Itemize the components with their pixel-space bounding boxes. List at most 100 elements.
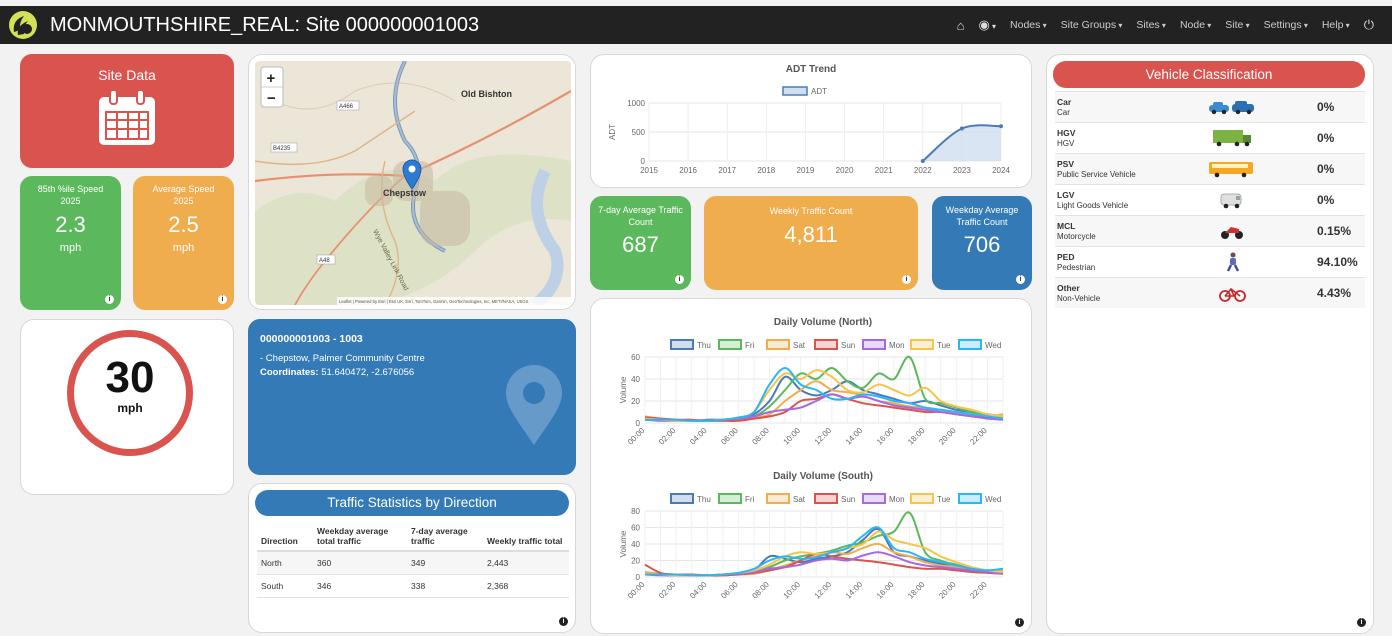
x-tick-label: 06:00: [719, 426, 740, 447]
table-row: North 360 349 2,443: [257, 551, 569, 575]
speed-limit-unit: mph: [117, 401, 143, 415]
adt-trend-panel: ADT Trend ADT ADT 0 500 1000 2015 2016 2017 2018 2…: [590, 54, 1032, 188]
x-tick-label: 20:00: [937, 580, 958, 601]
bicycle-icon: [1219, 287, 1246, 302]
map-panel: Old Bishton Chepstow A466 B4235 A48 Wye …: [248, 54, 576, 310]
stats-header-weekday: Weekday average total traffic: [313, 522, 407, 552]
x-tick-label: 2020: [836, 166, 854, 175]
legend-swatch[interactable]: [766, 493, 790, 504]
nav-help[interactable]: Help: [1322, 19, 1350, 31]
info-icon[interactable]: i: [675, 275, 684, 284]
x-tick-label: 08:00: [750, 426, 771, 447]
site-data-tile[interactable]: Site Data: [20, 54, 234, 168]
vehicle-classification-panel: Vehicle Classification Car Car 0% HGV HGV 0% P…: [1046, 54, 1374, 634]
x-tick-label: 2021: [875, 166, 893, 175]
vehicle-name: Light Goods Vehicle: [1057, 201, 1129, 210]
legend-swatch[interactable]: [670, 339, 694, 350]
legend-swatch[interactable]: [958, 493, 982, 504]
legend-label: Thu: [697, 341, 711, 350]
daily-volume-south-chart: Daily Volume (South) Thu Fri Sat Sun Mon Tue We…: [619, 471, 1004, 601]
vehicle-name: Motorcycle: [1057, 232, 1096, 241]
vehicle-row-psv: PSV Public Service Vehicle 0%: [1055, 153, 1365, 184]
zoom-out-button[interactable]: −: [267, 90, 276, 107]
legend-swatch[interactable]: [910, 493, 934, 504]
average-speed-unit: mph: [172, 242, 195, 254]
info-icon[interactable]: i: [1015, 618, 1024, 627]
zoom-in-button[interactable]: +: [267, 70, 276, 87]
y-axis-label: ADT: [608, 124, 617, 140]
vehicle-row-car: Car Car 0%: [1055, 91, 1365, 122]
site-id-line: 000000001003 - 1003: [260, 333, 363, 345]
x-tick-label: 2015: [640, 166, 658, 175]
power-icon[interactable]: ⏻: [1364, 17, 1374, 33]
site-map[interactable]: Old Bishton Chepstow A466 B4235 A48 Wye …: [255, 61, 571, 305]
legend-label: Sun: [841, 341, 855, 350]
x-tick-label: 2016: [679, 166, 697, 175]
x-tick-label: 06:00: [719, 580, 740, 601]
legend-swatch[interactable]: [718, 339, 742, 350]
legend-swatch[interactable]: [670, 493, 694, 504]
y-tick-label: 500: [632, 128, 646, 137]
vehicle-row-mcl: MCL Motorcycle 0.15%: [1055, 215, 1365, 246]
info-icon[interactable]: i: [902, 275, 911, 284]
motorcycle-icon: [1221, 227, 1243, 239]
legend-swatch[interactable]: [814, 493, 838, 504]
legend-swatch[interactable]: [958, 339, 982, 350]
nav-settings[interactable]: Settings: [1264, 19, 1308, 31]
legend-swatch[interactable]: [814, 339, 838, 350]
stats-header-weekly: Weekly traffic total: [483, 522, 569, 552]
vehicle-name: Pedestrian: [1057, 263, 1096, 272]
vehicle-percentage: 0%: [1317, 131, 1335, 145]
legend-swatch[interactable]: [766, 339, 790, 350]
y-axis-label: Volume: [619, 530, 628, 557]
nav-sites[interactable]: Sites: [1136, 19, 1166, 31]
info-icon[interactable]: i: [105, 295, 114, 304]
y-tick-label: 60: [631, 524, 640, 533]
y-tick-label: 40: [631, 375, 640, 384]
x-tick-label: 2019: [797, 166, 815, 175]
brand-logo-icon[interactable]: [8, 10, 38, 40]
site-info-tile: 000000001003 - 1003 - Chepstow, Palmer C…: [248, 319, 576, 475]
nav-site[interactable]: Site: [1225, 19, 1249, 31]
seven-day-average-value: 687: [622, 232, 659, 257]
home-icon[interactable]: ⌂: [957, 18, 965, 33]
bus-icon: [1209, 162, 1253, 178]
info-icon[interactable]: i: [559, 617, 568, 626]
legend-label: Fri: [745, 495, 755, 504]
info-icon[interactable]: i: [1357, 618, 1366, 627]
nav-site-groups[interactable]: Site Groups: [1061, 19, 1123, 31]
nav-nodes[interactable]: Nodes: [1010, 19, 1047, 31]
y-axis-label: Volume: [619, 376, 628, 403]
legend-swatch[interactable]: [910, 339, 934, 350]
van-icon: [1220, 193, 1242, 209]
truck-icon: [1213, 130, 1251, 147]
x-tick-label: 08:00: [750, 580, 771, 601]
nav-node[interactable]: Node: [1180, 19, 1211, 31]
legend-swatch[interactable]: [862, 339, 886, 350]
x-tick-label: 2024: [992, 166, 1010, 175]
x-tick-label: 16:00: [875, 580, 896, 601]
x-tick-label: 18:00: [906, 580, 927, 601]
speed-85th-year: 2025: [60, 196, 81, 206]
legend-swatch[interactable]: [862, 493, 886, 504]
x-tick-label: 04:00: [688, 580, 709, 601]
stats-by-direction-panel: Traffic Statistics by Direction Directio…: [248, 483, 576, 633]
map-label-chepstow: Chepstow: [383, 188, 427, 198]
y-tick-label: 60: [631, 353, 640, 362]
x-tick-label: 16:00: [875, 426, 896, 447]
coordinates-label: Coordinates:: [260, 367, 319, 378]
adt-area: [922, 125, 1001, 161]
camera-icon[interactable]: ◉: [978, 17, 996, 33]
info-icon[interactable]: i: [1016, 275, 1025, 284]
vehicle-name: Non-Vehicle: [1057, 294, 1101, 303]
speed-85th-label: 85th %ile Speed: [37, 184, 104, 194]
weekday-average-value: 706: [963, 232, 1001, 257]
x-tick-label: 12:00: [813, 426, 834, 447]
table-cell: 2,443: [483, 551, 569, 575]
y-tick-label: 40: [631, 540, 640, 549]
legend-swatch[interactable]: [718, 493, 742, 504]
x-tick-label: 04:00: [688, 426, 709, 447]
legend-label: Sat: [793, 495, 806, 504]
info-icon[interactable]: i: [218, 295, 227, 304]
vehicle-classification-title: Vehicle Classification: [1053, 61, 1365, 88]
